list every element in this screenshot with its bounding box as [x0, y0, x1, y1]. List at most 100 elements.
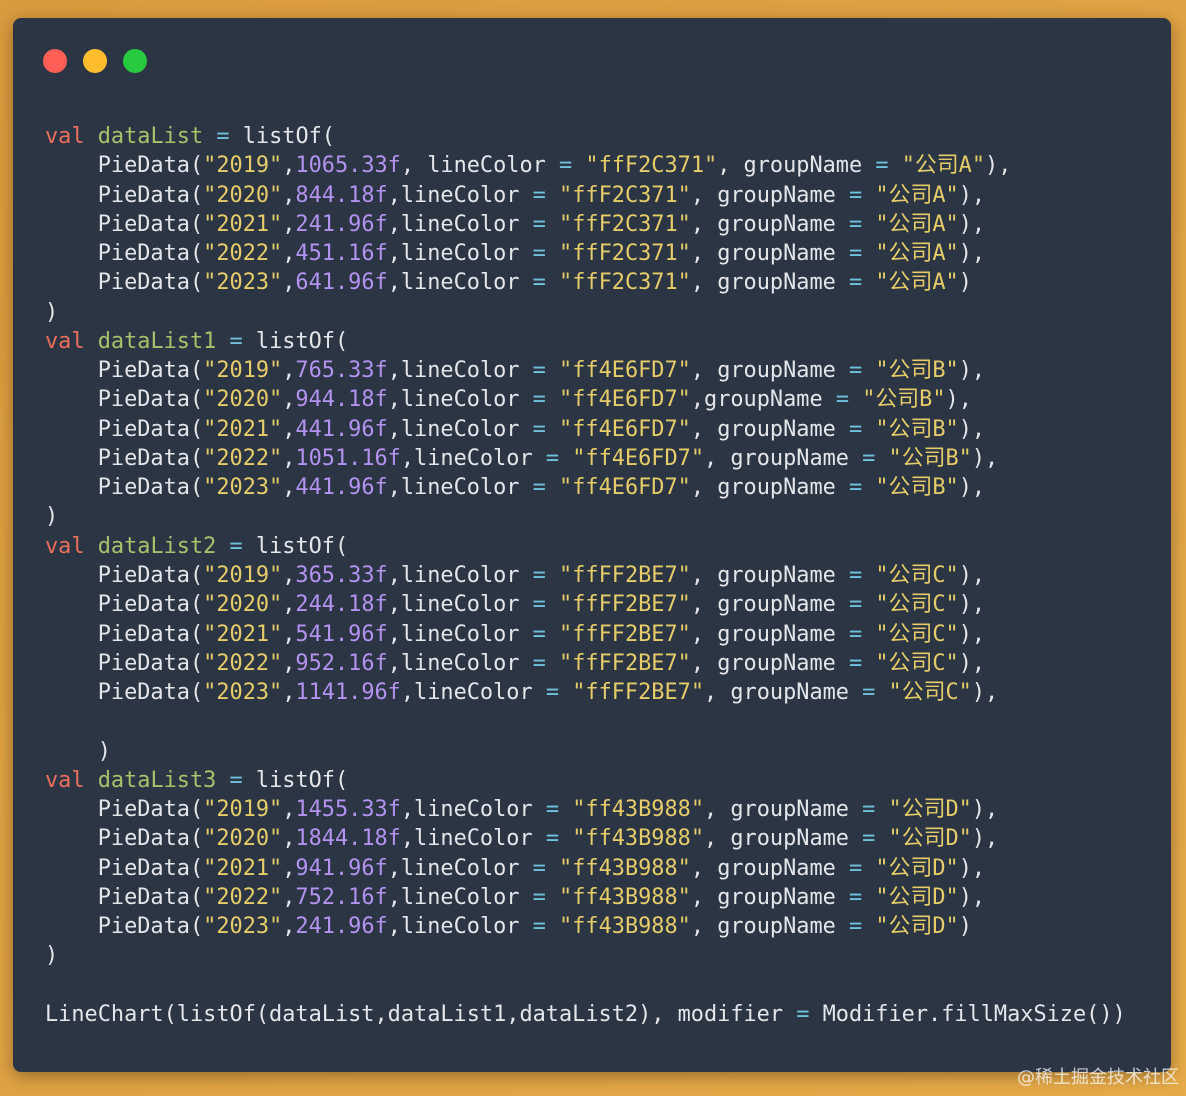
string-literal-token: "ffF2C371" [585, 153, 718, 179]
code-text-token: ), [958, 855, 986, 881]
code-text-token: , [282, 182, 296, 208]
code-text-token: , [282, 211, 296, 237]
variable-name-token: dataList1 [97, 328, 217, 354]
string-literal-token: "2021" [203, 416, 283, 442]
code-text-token: , groupName [690, 621, 849, 647]
code-text-token: , [282, 387, 296, 413]
operator-token: = [559, 153, 573, 179]
maximize-button[interactable] [123, 49, 147, 73]
code-text-token: PieData( [45, 884, 204, 910]
code-text-token: , [282, 416, 296, 442]
code-text-token: ), [958, 358, 986, 384]
code-text-token: ), [958, 416, 986, 442]
string-literal-token: "2022" [203, 445, 283, 471]
number-literal-token: 952.16f [295, 650, 388, 676]
string-literal-token: "ffF2C371" [559, 270, 691, 296]
code-text-token: , groupName [690, 884, 849, 910]
operator-token: = [849, 562, 863, 588]
operator-token: = [849, 884, 863, 910]
string-literal-token: "ffF2C371" [559, 211, 691, 237]
code-text-token: , [282, 884, 296, 910]
keyword-token: val [45, 124, 85, 149]
string-literal-token: "2019" [203, 153, 283, 179]
string-literal-token: "2019" [203, 797, 283, 823]
string-literal-token: "公司C" [875, 562, 959, 588]
string-literal-token: "2021" [203, 211, 283, 237]
code-line: PieData("2019",1455.33f,lineColor = "ff4… [45, 795, 1126, 824]
code-block: val dataList = listOf( PieData("2019",10… [45, 122, 1126, 1029]
code-text-token: ), [958, 621, 986, 647]
code-text-token: ), [958, 562, 986, 588]
operator-token: = [532, 621, 546, 647]
string-literal-token: "ff43B988" [572, 826, 705, 852]
code-text-token: ) [958, 914, 972, 940]
code-text-token: , [282, 914, 296, 940]
operator-token: = [849, 211, 863, 237]
code-text-token: , [282, 358, 296, 384]
variable-name-token: dataList [97, 124, 204, 149]
string-literal-token: "ff43B988" [559, 884, 691, 910]
minimize-button[interactable] [83, 49, 107, 73]
code-line: PieData("2022",451.16f,lineColor = "ffF2… [45, 239, 1126, 268]
string-literal-token: "2023" [203, 680, 283, 706]
code-text-token: , groupName [690, 650, 849, 676]
operator-token: = [545, 797, 560, 823]
code-text-token: ) [45, 738, 111, 764]
operator-token: = [229, 767, 243, 793]
operator-token: = [849, 592, 863, 618]
string-literal-token: "2022" [203, 884, 283, 910]
code-text-token: PieData( [45, 797, 204, 823]
code-text-token: PieData( [45, 387, 204, 413]
string-literal-token: "ff43B988" [559, 855, 691, 881]
string-literal-token: "ff4E6FD7" [559, 387, 691, 413]
number-literal-token: 1455.33f [295, 797, 401, 823]
code-line: PieData("2022",752.16f,lineColor = "ff43… [45, 883, 1126, 912]
string-literal-token: "2020" [203, 592, 283, 618]
code-line: val dataList1 = listOf( [45, 327, 1126, 356]
number-literal-token: 752.16f [295, 884, 388, 910]
code-text-token: listOf( [242, 767, 349, 793]
number-literal-token: 1141.96f [295, 680, 401, 706]
code-line: PieData("2023",641.96f,lineColor = "ffF2… [45, 268, 1126, 297]
code-text-token: ,lineColor [400, 797, 546, 823]
number-literal-token: 944.18f [295, 387, 388, 413]
code-text-token: listOf( [242, 328, 349, 354]
string-literal-token: "公司D" [875, 884, 959, 910]
string-literal-token: "公司D" [888, 826, 972, 852]
string-literal-token: "ff4E6FD7" [559, 475, 691, 501]
code-text-token: PieData( [45, 241, 204, 267]
number-literal-token: 244.18f [295, 592, 388, 618]
string-literal-token: "2020" [203, 826, 283, 852]
code-text-token: PieData( [45, 562, 204, 588]
close-button[interactable] [43, 49, 67, 73]
code-text-token: ,lineColor [387, 562, 533, 588]
string-literal-token: "公司A" [875, 182, 959, 208]
string-literal-token: "ffFF2BE7" [559, 562, 691, 588]
string-literal-token: "2020" [203, 182, 283, 208]
string-literal-token: "公司B" [862, 387, 946, 413]
code-window: val dataList = listOf( PieData("2019",10… [13, 18, 1171, 1072]
string-literal-token: "ff4E6FD7" [559, 416, 691, 442]
operator-token: = [532, 562, 546, 588]
code-line: val dataList3 = listOf( [45, 766, 1126, 795]
string-literal-token: "ffF2C371" [559, 182, 691, 208]
string-literal-token: "公司B" [888, 445, 972, 471]
code-text-token: PieData( [45, 650, 204, 676]
string-literal-token: "2020" [203, 387, 283, 413]
